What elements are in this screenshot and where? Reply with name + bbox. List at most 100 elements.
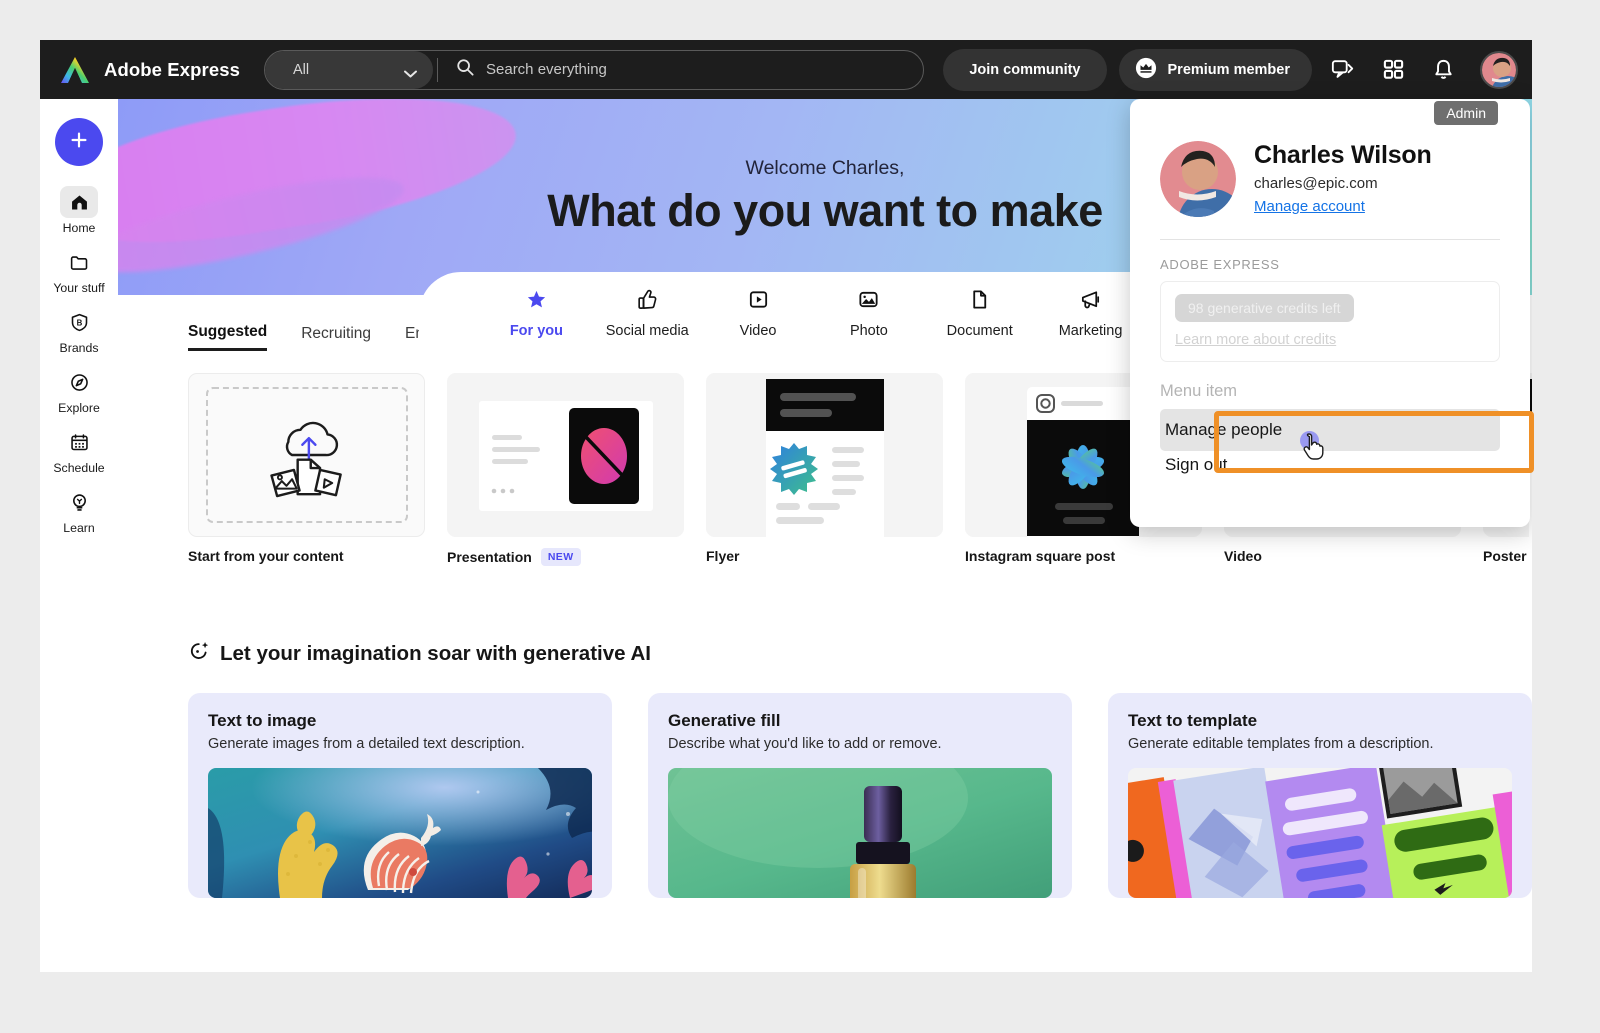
- profile-name: Charles Wilson: [1254, 141, 1432, 169]
- chat-icon[interactable]: [1326, 53, 1360, 87]
- top-bar-actions: Join community Premium member: [943, 48, 1518, 91]
- profile-email: charles@epic.com: [1254, 175, 1378, 192]
- apps-grid-icon[interactable]: [1376, 53, 1410, 87]
- genai-card-text-to-image[interactable]: Text to image Generate images from a det…: [188, 693, 612, 898]
- template-card-label-row: Poster: [1483, 548, 1532, 564]
- svg-text:B: B: [76, 318, 82, 327]
- genai-card-desc: Generate editable templates from a descr…: [1128, 736, 1434, 752]
- compass-icon: [60, 366, 98, 398]
- home-icon: [60, 186, 98, 218]
- template-card-label-row: Start from your content: [188, 548, 425, 564]
- genai-card-desc: Describe what you'd like to add or remov…: [668, 736, 942, 752]
- lightbulb-icon: [60, 486, 98, 518]
- admin-badge: Admin: [1434, 101, 1498, 125]
- document-icon: [968, 288, 991, 316]
- search-input-wrap[interactable]: Search everything: [440, 51, 923, 89]
- template-card-label: Poster: [1483, 548, 1527, 564]
- profile-avatar: [1160, 141, 1236, 217]
- tab-video[interactable]: Video: [703, 288, 814, 339]
- generative-ai-card-list: Text to image Generate images from a det…: [188, 693, 1532, 898]
- photo-icon: [857, 288, 880, 316]
- tab-label: For you: [509, 322, 563, 339]
- tab-for-you[interactable]: For you: [481, 288, 592, 339]
- flyer-preview: [706, 373, 943, 537]
- sidebar-item-label: Brands: [59, 341, 99, 355]
- create-new-button[interactable]: [55, 118, 103, 166]
- template-card[interactable]: Presentation NEW: [447, 373, 684, 566]
- search-scope-select[interactable]: All: [265, 50, 433, 89]
- video-play-icon: [747, 288, 770, 316]
- genai-card-art: [668, 768, 1052, 898]
- profile-header: Charles Wilson charles@epic.com Manage a…: [1160, 141, 1500, 217]
- sidebar-item-schedule[interactable]: Schedule: [42, 426, 116, 475]
- learn-more-about-credits-link[interactable]: Learn more about credits: [1175, 332, 1485, 348]
- template-collage-image: [1128, 768, 1512, 898]
- profile-identity: Charles Wilson charles@epic.com Manage a…: [1254, 141, 1432, 216]
- category-tabs: For you Social media Video Photo Documen…: [419, 272, 1219, 355]
- tab-photo[interactable]: Photo: [813, 288, 924, 339]
- tab-social-media[interactable]: Social media: [592, 288, 703, 339]
- template-thumbnail: [706, 373, 943, 537]
- sidebar-item-home[interactable]: Home: [42, 186, 116, 235]
- tab-document[interactable]: Document: [924, 288, 1035, 339]
- thumbs-up-icon: [636, 288, 659, 316]
- subtab-suggested[interactable]: Suggested: [188, 323, 268, 351]
- star-icon: [525, 288, 548, 316]
- bell-icon[interactable]: [1426, 53, 1460, 87]
- sidebar-item-label: Learn: [63, 521, 95, 535]
- upload-content-icon: [269, 421, 342, 498]
- template-card[interactable]: Start from your content: [188, 373, 425, 566]
- sidebar-item-brands[interactable]: B Brands: [42, 306, 116, 355]
- folder-icon: [60, 246, 98, 278]
- join-community-button[interactable]: Join community: [943, 48, 1107, 91]
- manage-account-link[interactable]: Manage account: [1254, 198, 1365, 215]
- megaphone-icon: [1079, 288, 1102, 316]
- presentation-preview: [447, 373, 684, 537]
- perfume-bottle-image: [668, 768, 1052, 898]
- template-card-label-row: Video: [1224, 548, 1461, 564]
- genai-card-desc: Generate images from a detailed text des…: [208, 736, 525, 752]
- credits-pill: 98 generative credits left: [1175, 294, 1354, 322]
- sidebar-item-label: Your stuff: [53, 281, 105, 295]
- search-placeholder: Search everything: [486, 61, 607, 78]
- template-thumbnail: [188, 373, 425, 537]
- template-card-label-row: Flyer: [706, 548, 943, 564]
- manage-people-menu-item[interactable]: Manage people: [1160, 409, 1500, 451]
- credits-box: 98 generative credits left Learn more ab…: [1160, 281, 1500, 362]
- search-icon: [456, 58, 474, 81]
- sidebar-item-label: Schedule: [53, 461, 105, 475]
- search-scope-value: All: [293, 61, 310, 78]
- premium-member-button[interactable]: Premium member: [1118, 48, 1312, 91]
- genai-card-art: [1128, 768, 1512, 898]
- template-card-label-row: Instagram square post: [965, 548, 1202, 564]
- premium-member-label: Premium member: [1167, 61, 1291, 78]
- tab-label: Document: [946, 322, 1013, 339]
- sidebar-item-your-stuff[interactable]: Your stuff: [42, 246, 116, 295]
- adobe-express-logo-icon: [58, 55, 92, 85]
- crown-badge-icon: [1135, 57, 1157, 83]
- subtab-recruiting[interactable]: Recruiting: [301, 325, 371, 350]
- genai-card-art: [208, 768, 592, 898]
- template-card-label: Video: [1224, 548, 1262, 564]
- coral-reef-image: [208, 768, 592, 898]
- sidebar-item-explore[interactable]: Explore: [42, 366, 116, 415]
- left-sidebar: Home Your stuff B Brands Explore Schedul…: [40, 99, 118, 972]
- genai-card-text-to-template[interactable]: Text to template Generate editable templ…: [1108, 693, 1532, 898]
- genai-card-generative-fill[interactable]: Generative fill Describe what you'd like…: [648, 693, 1072, 898]
- profile-divider: [1160, 239, 1500, 240]
- brand-title: Adobe Express: [104, 58, 240, 80]
- menu-item-section-label: Menu item: [1160, 382, 1238, 400]
- template-card[interactable]: Flyer: [706, 373, 943, 566]
- sign-out-menu-item[interactable]: Sign out: [1160, 451, 1500, 479]
- sidebar-item-learn[interactable]: Learn: [42, 486, 116, 535]
- adobe-express-window: Adobe Express All Search everything Join…: [40, 40, 1532, 972]
- genai-card-title: Text to image: [208, 711, 317, 730]
- genai-card-title: Text to template: [1128, 711, 1258, 730]
- template-thumbnail: [447, 373, 684, 537]
- top-bar: Adobe Express All Search everything Join…: [40, 40, 1532, 99]
- brand-home-link[interactable]: Adobe Express: [58, 55, 240, 85]
- calendar-icon: [60, 426, 98, 458]
- template-card-label: Flyer: [706, 548, 740, 564]
- upload-dropzone: [205, 387, 408, 523]
- avatar[interactable]: [1480, 50, 1518, 89]
